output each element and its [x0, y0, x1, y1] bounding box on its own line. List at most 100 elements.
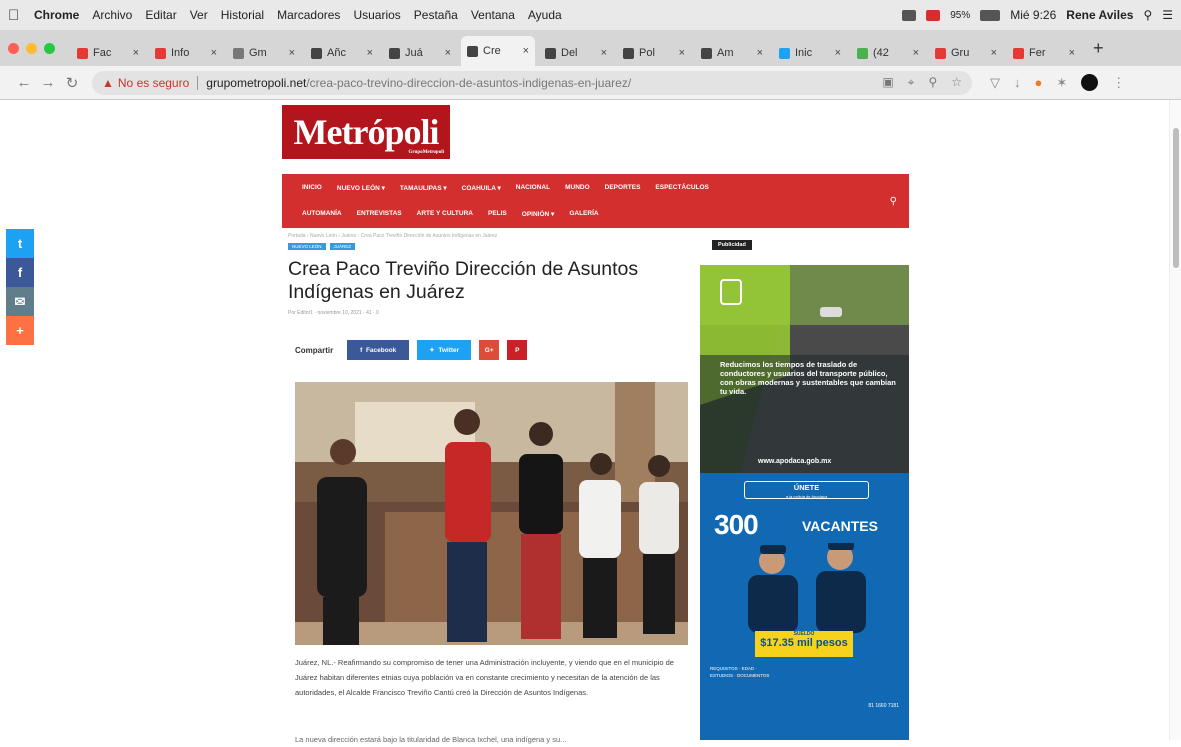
nav-item[interactable]: INICIO — [302, 184, 322, 192]
tab-close-icon[interactable]: × — [913, 47, 919, 59]
apple-icon[interactable]:  — [8, 7, 34, 24]
reload-button[interactable]: ↻ — [60, 74, 84, 92]
spotlight-icon[interactable]: ⚲ — [1143, 8, 1152, 22]
browser-tab[interactable]: Am × — [695, 40, 769, 66]
extensions-puzzle-icon[interactable]: ✶ — [1056, 75, 1067, 91]
tab-favicon-icon — [701, 47, 712, 59]
nav-item[interactable]: MUNDO — [565, 184, 590, 192]
menu-historial[interactable]: Historial — [221, 8, 264, 22]
facebook-share-label: Facebook — [365, 346, 397, 354]
nav-item[interactable]: PELIS — [488, 210, 507, 218]
site-logo[interactable]: Metrópoli GrupoMetropoli — [282, 105, 450, 159]
zoom-window-button[interactable] — [44, 42, 55, 54]
extension-flame-icon[interactable]: ● — [1035, 75, 1043, 90]
tab-close-icon[interactable]: × — [601, 47, 607, 59]
facebook-share-icon[interactable]: f — [6, 258, 34, 287]
ad2-salary-amount: $17.35 mil pesos — [760, 637, 848, 649]
minimize-window-button[interactable] — [26, 42, 37, 54]
url-path: /crea-paco-trevino-direccion-de-asuntos-… — [306, 75, 632, 90]
more-share-icon[interactable]: + — [6, 316, 34, 345]
nav-item[interactable]: ESPECTÁCULOS — [655, 184, 708, 192]
browser-tab[interactable]: Juá × — [383, 40, 457, 66]
extension-download-icon[interactable]: ↓ — [1014, 75, 1021, 90]
menu-usuarios[interactable]: Usuarios — [353, 8, 400, 22]
menu-archivo[interactable]: Archivo — [92, 8, 132, 22]
tab-close-icon[interactable]: × — [133, 47, 139, 59]
tab-close-icon[interactable]: × — [679, 47, 685, 59]
category-tag-nuevo-leon[interactable]: NUEVO LEÓN — [288, 243, 326, 250]
clock[interactable]: Mié 9:26 — [1010, 8, 1056, 22]
browser-tab[interactable]: (42 × — [851, 40, 925, 66]
cast-icon[interactable]: ▣ — [882, 75, 893, 90]
tab-close-icon[interactable]: × — [835, 47, 841, 59]
nav-item[interactable]: OPINIÓN ▾ — [522, 210, 555, 218]
menu-app-name[interactable]: Chrome — [34, 8, 79, 22]
tab-close-icon[interactable]: × — [367, 47, 373, 59]
tab-close-icon[interactable]: × — [1069, 47, 1075, 59]
new-tab-button[interactable]: + — [1093, 38, 1104, 59]
googleplus-share-button[interactable]: G+ — [479, 340, 500, 360]
back-button[interactable]: ← — [12, 74, 36, 91]
nav-item[interactable]: NACIONAL — [516, 184, 550, 192]
nav-item[interactable]: ENTREVISTAS — [357, 210, 402, 218]
tab-close-icon[interactable]: × — [211, 47, 217, 59]
search-icon[interactable]: ⚲ — [890, 196, 897, 207]
ad-policia-vacantes[interactable]: ÚNETE a la policía de Apodaca 300 VACANT… — [700, 473, 909, 740]
wifi-icon[interactable] — [902, 9, 917, 21]
pinterest-share-button[interactable]: P — [507, 340, 528, 360]
browser-tab[interactable]: Inic × — [773, 40, 847, 66]
twitter-share-button[interactable]: ✦ Twitter — [417, 340, 472, 360]
tab-close-icon[interactable]: × — [445, 47, 451, 59]
menu-marcadores[interactable]: Marcadores — [277, 8, 340, 22]
menu-ventana[interactable]: Ventana — [471, 8, 515, 22]
close-window-button[interactable] — [8, 42, 19, 54]
security-label[interactable]: No es seguro — [118, 76, 189, 90]
tab-favicon-icon — [779, 47, 790, 59]
logo-text: Metrópoli — [293, 112, 440, 152]
tab-close-icon[interactable]: × — [991, 47, 997, 59]
extension-shield-icon[interactable]: ▽ — [990, 75, 1000, 91]
tab-close-icon[interactable]: × — [523, 45, 529, 57]
menu-ver[interactable]: Ver — [190, 8, 208, 22]
twitter-share-icon[interactable]: t — [6, 229, 34, 258]
translate-icon[interactable]: ⌖ — [908, 75, 915, 90]
browser-tab[interactable]: Pol × — [617, 40, 691, 66]
browser-tab[interactable]: Añc × — [305, 40, 379, 66]
menu-ayuda[interactable]: Ayuda — [528, 8, 562, 22]
tab-close-icon[interactable]: × — [757, 47, 763, 59]
menu-pestana[interactable]: Pestaña — [414, 8, 458, 22]
flag-icon[interactable] — [926, 9, 941, 21]
browser-tab[interactable]: Gru × — [929, 40, 1003, 66]
tab-close-icon[interactable]: × — [289, 47, 295, 59]
forward-button[interactable]: → — [36, 74, 60, 91]
browser-tab[interactable]: Info × — [149, 40, 223, 66]
bookmark-star-icon[interactable]: ☆ — [951, 75, 962, 90]
profile-avatar[interactable] — [1081, 74, 1099, 91]
tab-favicon-icon — [857, 47, 868, 59]
chrome-menu-icon[interactable]: ⋮ — [1112, 75, 1125, 91]
menu-editar[interactable]: Editar — [145, 8, 176, 22]
nav-item[interactable]: NUEVO LEÓN ▾ — [337, 184, 385, 192]
warning-icon[interactable]: ▲ — [102, 76, 114, 90]
category-tag-juarez[interactable]: JUÁREZ — [329, 243, 356, 250]
nav-item[interactable]: DEPORTES — [605, 184, 641, 192]
scrollbar-thumb[interactable] — [1173, 128, 1179, 268]
nav-item[interactable]: TAMAULIPAS ▾ — [400, 184, 447, 192]
address-bar[interactable]: ▲ No es seguro grupometropoli.net/crea-p… — [92, 70, 972, 95]
browser-tab[interactable]: Gm × — [227, 40, 301, 66]
zoom-icon[interactable]: ⚲ — [928, 75, 937, 90]
browser-tab[interactable]: Fac × — [71, 40, 145, 66]
browser-tab[interactable]: Cre × — [461, 36, 535, 66]
nav-item[interactable]: GALERÍA — [569, 210, 598, 218]
browser-tab[interactable]: Del × — [539, 40, 613, 66]
user-name[interactable]: Rene Aviles — [1066, 8, 1133, 22]
battery-icon[interactable] — [980, 9, 1001, 21]
ad-apodaca-roads[interactable]: Reducimos los tiempos de traslado de con… — [700, 265, 909, 473]
browser-tab[interactable]: Fer × — [1007, 40, 1081, 66]
email-share-icon[interactable]: ✉ — [6, 287, 34, 316]
notification-center-icon[interactable]: ☰ — [1162, 8, 1173, 22]
nav-item[interactable]: AUTOMANÍA — [302, 210, 342, 218]
facebook-share-button[interactable]: f Facebook — [347, 340, 410, 360]
nav-item[interactable]: COAHUILA ▾ — [462, 184, 501, 192]
nav-item[interactable]: ARTE Y CULTURA — [417, 210, 473, 218]
